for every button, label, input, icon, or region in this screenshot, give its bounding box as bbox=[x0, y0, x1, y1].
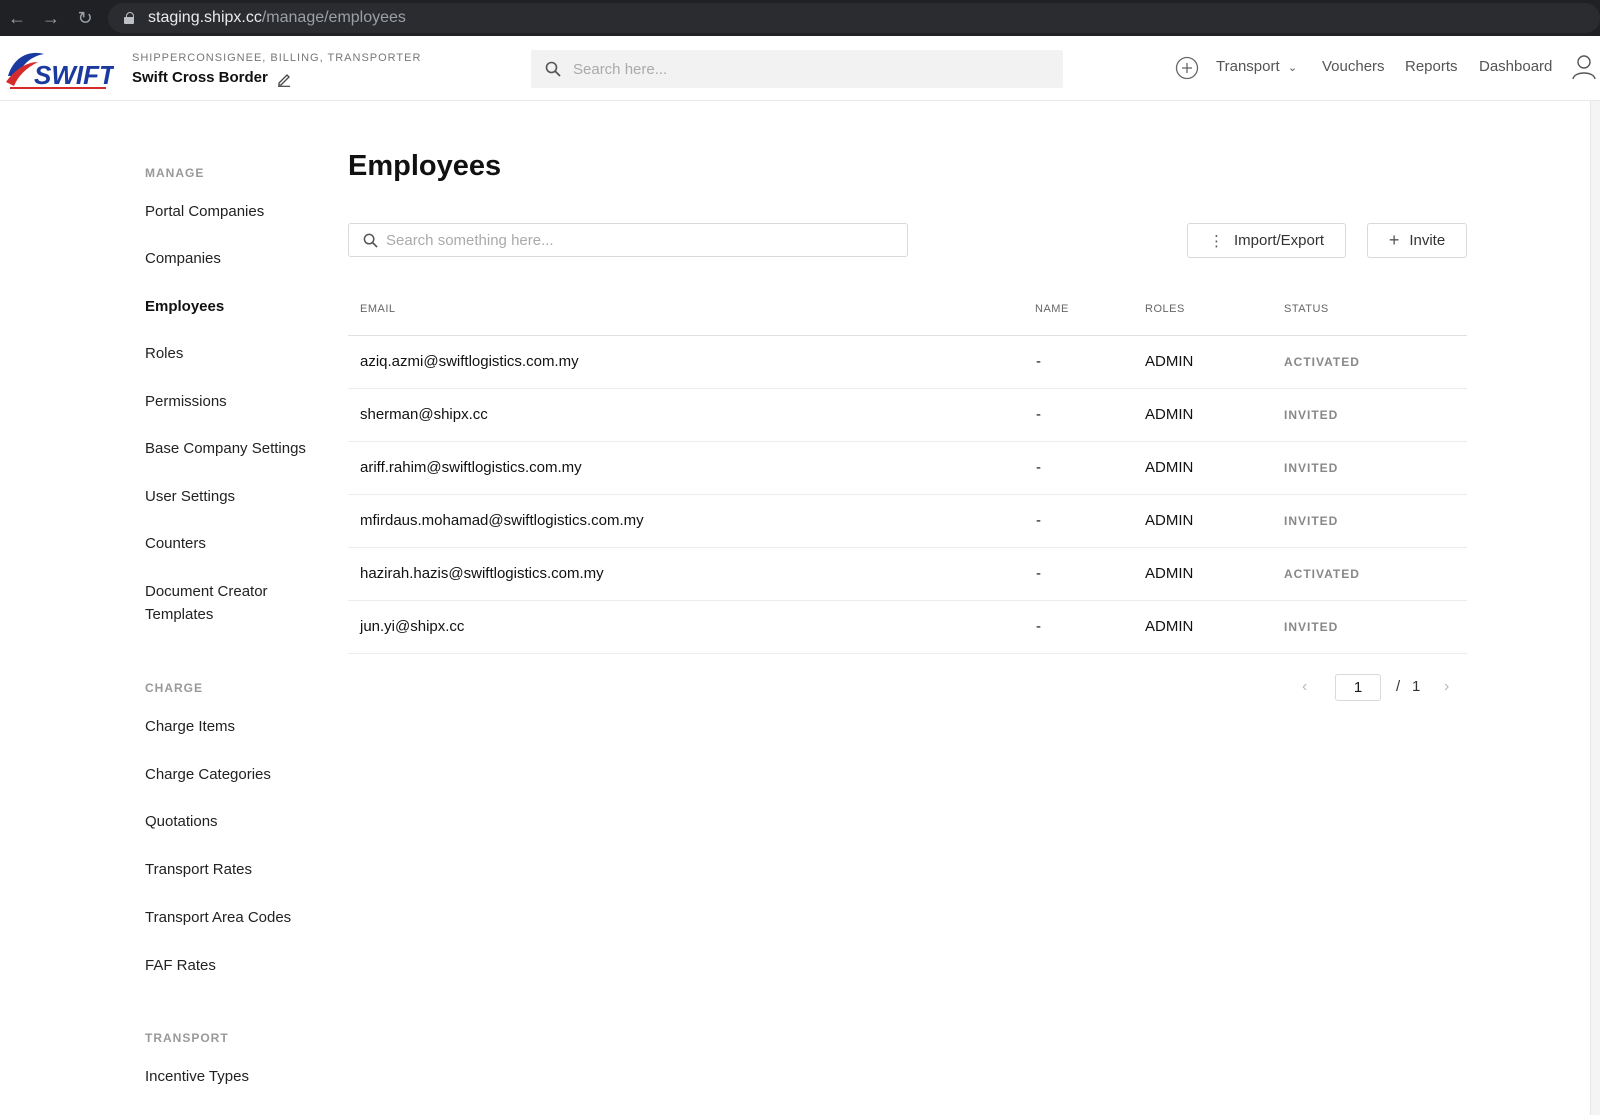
status-badge: INVITED bbox=[1284, 408, 1339, 422]
employee-search-input[interactable]: Search something here... bbox=[348, 223, 908, 257]
roles-cell: ADMIN bbox=[1145, 353, 1194, 370]
sidebar-item-incentive-types[interactable]: Incentive Types bbox=[145, 1065, 249, 1088]
roles-cell: ADMIN bbox=[1145, 565, 1194, 582]
column-header-name[interactable]: NAME bbox=[1035, 303, 1069, 315]
sidebar-item-quotations[interactable]: Quotations bbox=[145, 810, 218, 833]
roles-cell: ADMIN bbox=[1145, 512, 1194, 529]
status-badge: ACTIVATED bbox=[1284, 567, 1360, 581]
plus-circle-icon[interactable] bbox=[1175, 56, 1199, 80]
swift-logo[interactable]: SWIFT bbox=[4, 46, 114, 94]
sidebar-item-companies[interactable]: Companies bbox=[145, 247, 221, 270]
email-cell: aziq.azmi@swiftlogistics.com.my bbox=[360, 353, 579, 370]
status-badge: INVITED bbox=[1284, 620, 1339, 634]
more-vertical-icon: ⋮ bbox=[1208, 232, 1224, 250]
roles-cell: ADMIN bbox=[1145, 618, 1194, 635]
name-cell: - bbox=[1036, 406, 1041, 423]
email-cell: sherman@shipx.cc bbox=[360, 406, 488, 423]
nav-transport-label: Transport bbox=[1216, 58, 1280, 75]
lock-icon bbox=[124, 12, 134, 24]
sidebar-item-user-settings[interactable]: User Settings bbox=[145, 485, 235, 508]
status-badge: INVITED bbox=[1284, 514, 1339, 528]
name-cell: - bbox=[1036, 565, 1041, 582]
sidebar-item-document-creator-templates[interactable]: Document Creator Templates bbox=[145, 580, 268, 626]
chevron-down-icon: ⌄ bbox=[1287, 62, 1298, 74]
reload-icon[interactable]: ↻ bbox=[68, 0, 102, 36]
table-row[interactable]: mfirdaus.mohamad@swiftlogistics.com.my -… bbox=[348, 495, 1467, 548]
url-path: /manage/employees bbox=[261, 9, 406, 26]
sidebar-section-charge: CHARGE bbox=[145, 681, 204, 695]
user-icon[interactable] bbox=[1572, 54, 1596, 80]
url-host: staging.shipx.cc bbox=[148, 9, 262, 26]
import-export-button[interactable]: ⋮ Import/Export bbox=[1187, 223, 1346, 258]
scrollbar[interactable] bbox=[1590, 101, 1600, 1115]
table-row[interactable]: ariff.rahim@swiftlogistics.com.my - ADMI… bbox=[348, 442, 1467, 495]
email-cell: ariff.rahim@swiftlogistics.com.my bbox=[360, 459, 582, 476]
sidebar-item-employees[interactable]: Employees bbox=[145, 295, 224, 318]
page-title: Employees bbox=[348, 150, 502, 182]
name-cell: - bbox=[1036, 618, 1041, 635]
forward-arrow-icon[interactable]: → bbox=[34, 0, 68, 36]
sidebar-section-manage: MANAGE bbox=[145, 166, 205, 180]
sidebar-item-base-company-settings[interactable]: Base Company Settings bbox=[145, 437, 306, 460]
table-row[interactable]: sherman@shipx.cc - ADMIN INVITED bbox=[348, 389, 1467, 442]
total-pages: 1 bbox=[1412, 678, 1421, 695]
sidebar-item-faf-rates[interactable]: FAF Rates bbox=[145, 954, 216, 977]
column-header-email[interactable]: EMAIL bbox=[360, 303, 396, 315]
sidebar-item-permissions[interactable]: Permissions bbox=[145, 390, 227, 413]
company-types: SHIPPERCONSIGNEE, BILLING, TRANSPORTER bbox=[132, 52, 422, 64]
page-number-input[interactable]: 1 bbox=[1335, 674, 1381, 701]
employee-search-placeholder: Search something here... bbox=[386, 231, 554, 249]
column-header-roles[interactable]: ROLES bbox=[1145, 303, 1185, 315]
nav-transport[interactable]: Transport ⌄ bbox=[1216, 58, 1297, 75]
email-cell: hazirah.hazis@swiftlogistics.com.my bbox=[360, 565, 604, 582]
edit-icon[interactable] bbox=[276, 71, 292, 87]
roles-cell: ADMIN bbox=[1145, 459, 1194, 476]
sidebar-section-transport: TRANSPORT bbox=[145, 1031, 229, 1045]
plus-icon: + bbox=[1388, 230, 1400, 250]
column-header-status[interactable]: STATUS bbox=[1284, 303, 1329, 315]
chevron-left-icon[interactable]: ‹ bbox=[1302, 678, 1307, 696]
address-bar[interactable]: staging.shipx.cc/manage/employees bbox=[108, 3, 1600, 33]
sidebar-item-charge-categories[interactable]: Charge Categories bbox=[145, 763, 271, 786]
roles-cell: ADMIN bbox=[1145, 406, 1194, 423]
back-arrow-icon[interactable]: ← bbox=[0, 0, 34, 36]
sidebar-item-charge-items[interactable]: Charge Items bbox=[145, 715, 235, 738]
status-badge: ACTIVATED bbox=[1284, 355, 1360, 369]
app-header: SWIFT SHIPPERCONSIGNEE, BILLING, TRANSPO… bbox=[0, 36, 1600, 101]
sidebar-item-label-line1: Document Creator bbox=[145, 583, 268, 600]
page-separator: / bbox=[1396, 678, 1401, 695]
sidebar-item-counters[interactable]: Counters bbox=[145, 532, 206, 555]
nav-reports[interactable]: Reports bbox=[1405, 58, 1458, 75]
sidebar-item-roles[interactable]: Roles bbox=[145, 342, 183, 365]
status-badge: INVITED bbox=[1284, 461, 1339, 475]
sidebar-item-label-line2: Templates bbox=[145, 606, 214, 623]
search-icon bbox=[545, 61, 561, 77]
global-search-input[interactable]: Search here... bbox=[531, 50, 1063, 88]
name-cell: - bbox=[1036, 353, 1041, 370]
chevron-right-icon[interactable]: › bbox=[1444, 678, 1449, 696]
table-row[interactable]: jun.yi@shipx.cc - ADMIN INVITED bbox=[348, 601, 1467, 654]
invite-label: Invite bbox=[1409, 232, 1446, 249]
table-row[interactable]: hazirah.hazis@swiftlogistics.com.my - AD… bbox=[348, 548, 1467, 601]
name-cell: - bbox=[1036, 459, 1041, 476]
search-icon bbox=[363, 233, 378, 248]
import-export-label: Import/Export bbox=[1233, 232, 1325, 249]
sidebar-item-portal-companies[interactable]: Portal Companies bbox=[145, 200, 264, 223]
sidebar-item-transport-area-codes[interactable]: Transport Area Codes bbox=[145, 906, 291, 929]
nav-vouchers[interactable]: Vouchers bbox=[1322, 58, 1385, 75]
nav-dashboard[interactable]: Dashboard bbox=[1479, 58, 1552, 75]
browser-toolbar: ← → ↻ staging.shipx.cc/manage/employees bbox=[0, 0, 1600, 36]
table-row[interactable]: aziq.azmi@swiftlogistics.com.my - ADMIN … bbox=[348, 336, 1467, 389]
email-cell: jun.yi@shipx.cc bbox=[360, 618, 465, 635]
sidebar-item-transport-rates[interactable]: Transport Rates bbox=[145, 858, 252, 881]
company-name: Swift Cross Border bbox=[132, 69, 268, 86]
invite-button[interactable]: + Invite bbox=[1367, 223, 1467, 258]
global-search-placeholder: Search here... bbox=[573, 60, 668, 78]
name-cell: - bbox=[1036, 512, 1041, 529]
email-cell: mfirdaus.mohamad@swiftlogistics.com.my bbox=[360, 512, 644, 529]
svg-text:SWIFT: SWIFT bbox=[34, 60, 114, 90]
